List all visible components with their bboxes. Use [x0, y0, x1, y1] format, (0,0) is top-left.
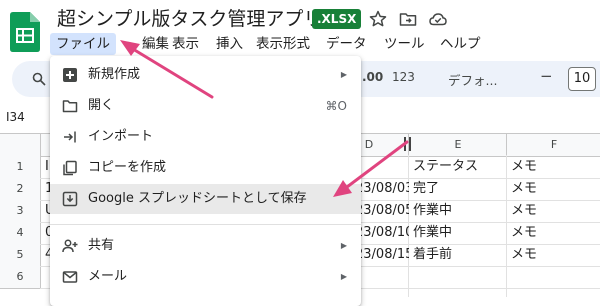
menu-help[interactable]: ヘルプ [434, 33, 487, 55]
file-menu-item-import[interactable]: インポート [50, 122, 361, 152]
font-size-input[interactable]: 10 [568, 67, 596, 91]
menu-data[interactable]: データ [320, 33, 373, 55]
cell-e1[interactable]: ステータス [410, 156, 507, 178]
row-header-5[interactable]: 5 [0, 244, 41, 267]
row-header-3[interactable]: 3 [0, 200, 41, 223]
column-header-f[interactable]: F [506, 134, 600, 156]
star-icon[interactable] [368, 9, 388, 29]
file-menu-item-label: インポート [88, 129, 154, 144]
copy-icon [63, 160, 77, 176]
file-menu-item-label: メール [88, 269, 128, 284]
folder-icon [62, 100, 78, 113]
cell-f1[interactable]: メモ [508, 156, 600, 178]
mail-icon [62, 271, 78, 283]
document-title[interactable]: 超シンプル版タスク管理アプリ [57, 6, 322, 32]
import-icon [64, 131, 76, 143]
file-menu-item-label: Google スプレッドシートとして保存 [88, 191, 307, 206]
more-formats-button[interactable]: 123 [392, 70, 415, 84]
menu-separator [50, 224, 361, 225]
submenu-arrow-icon: ▶ [340, 70, 347, 79]
cell-f5[interactable]: メモ [508, 244, 600, 266]
cell-e5[interactable]: 着手前 [410, 244, 507, 266]
menu-insert[interactable]: 挿入 [210, 33, 249, 55]
save-as-sheets-icon [62, 191, 78, 207]
font-family-select[interactable]: デフォ... [448, 70, 497, 89]
file-format-badge: .XLSX [312, 9, 362, 29]
cell-f3[interactable]: メモ [508, 200, 600, 222]
menu-file[interactable]: ファイル [50, 33, 116, 55]
file-menu-dropdown: 新規作成 ▶ 開く ⌘O インポート コピーを作成 Google スプレッドシー… [50, 56, 361, 306]
increase-decimal-button[interactable]: .00 [362, 70, 383, 84]
cell-e4[interactable]: 作業中 [410, 222, 507, 244]
file-menu-item-share[interactable]: 共有 ▶ [50, 231, 361, 261]
cell-f4[interactable]: メモ [508, 222, 600, 244]
submenu-arrow-icon: ▶ [340, 272, 347, 281]
submenu-arrow-icon: ▶ [340, 241, 347, 250]
cloud-saved-icon[interactable] [428, 9, 448, 29]
menu-format[interactable]: 表示形式 [250, 33, 316, 55]
name-box[interactable]: I34 [6, 110, 25, 124]
row-header-2[interactable]: 2 [0, 178, 41, 201]
file-menu-item-label: 共有 [88, 238, 115, 253]
menu-view[interactable]: 表示 [166, 33, 205, 55]
share-person-icon [62, 239, 78, 253]
cell-e2[interactable]: 完了 [410, 178, 507, 200]
new-spreadsheet-icon [63, 68, 77, 82]
menu-tools[interactable]: ツール [378, 33, 431, 55]
move-to-folder-icon[interactable] [398, 9, 418, 29]
file-menu-item-label: 開く [88, 98, 115, 113]
cell-f2[interactable]: メモ [508, 178, 600, 200]
file-menu-item-new[interactable]: 新規作成 ▶ [50, 60, 361, 90]
decrease-font-size-button[interactable]: − [540, 67, 553, 85]
cell-e3[interactable]: 作業中 [410, 200, 507, 222]
search-menus-icon[interactable] [32, 72, 46, 86]
column-header-e[interactable]: E [408, 134, 507, 156]
row-header-6[interactable]: 6 [0, 266, 41, 289]
column-resize-handle[interactable] [404, 137, 411, 151]
keyboard-shortcut: ⌘O [325, 99, 347, 113]
file-menu-item-email[interactable]: メール ▶ [50, 262, 361, 292]
google-sheets-logo-icon[interactable] [10, 12, 40, 52]
file-menu-item-label: 新規作成 [88, 67, 141, 82]
file-menu-item-open[interactable]: 開く ⌘O [50, 91, 361, 121]
file-menu-item-make-copy[interactable]: コピーを作成 [50, 153, 361, 183]
cell-fragment[interactable]: I [42, 156, 49, 178]
file-menu-item-label: コピーを作成 [88, 160, 167, 175]
file-menu-item-save-as-google-sheets[interactable]: Google スプレッドシートとして保存 [50, 184, 361, 214]
row-header-4[interactable]: 4 [0, 222, 41, 245]
row-header-1[interactable]: 1 [0, 156, 41, 179]
